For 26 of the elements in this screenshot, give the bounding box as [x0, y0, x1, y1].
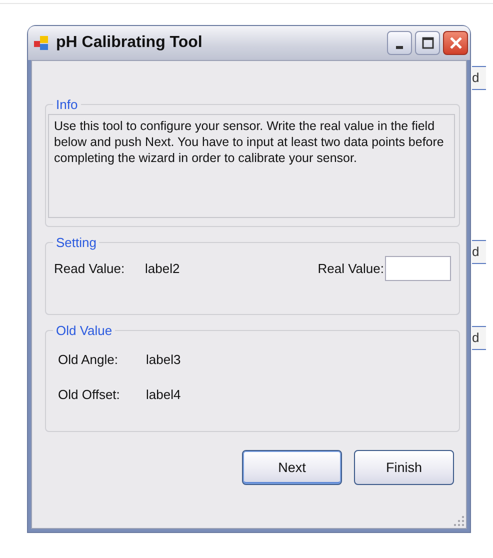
background-text: d — [472, 66, 486, 90]
maximize-button[interactable] — [415, 31, 440, 55]
info-text: Use this tool to configure your sensor. Write the real value in the field below and push Next. You have to input at least two data points before completing the wizard in order to calibrate your sensor. — [48, 114, 455, 218]
minimize-icon — [396, 46, 403, 48]
field-label: Read Value: — [54, 261, 126, 276]
resize-grip-icon[interactable] — [454, 516, 464, 526]
dialog-button[interactable]: Finish — [354, 450, 454, 485]
group-legend: Setting — [53, 235, 100, 250]
dialog-button[interactable]: Next — [242, 450, 342, 485]
background-text: d — [472, 240, 486, 264]
app-icon — [34, 35, 50, 51]
input-field[interactable] — [385, 256, 451, 281]
close-button[interactable] — [443, 31, 468, 55]
group-legend: Old Value — [53, 323, 116, 338]
field-label: Old Angle: — [58, 352, 119, 367]
field-label: Old Offset: — [58, 387, 121, 402]
window-title: pH Calibrating Tool — [56, 34, 204, 52]
background-text: d — [472, 326, 486, 350]
minimize-button[interactable] — [387, 31, 412, 55]
group-legend: Info — [53, 97, 81, 112]
value-label: label4 — [146, 387, 181, 402]
value-label: label2 — [145, 261, 181, 276]
maximize-icon — [422, 37, 434, 49]
close-icon — [450, 37, 462, 49]
value-label: label3 — [146, 352, 181, 367]
field-label: Real Value: — [318, 261, 384, 276]
